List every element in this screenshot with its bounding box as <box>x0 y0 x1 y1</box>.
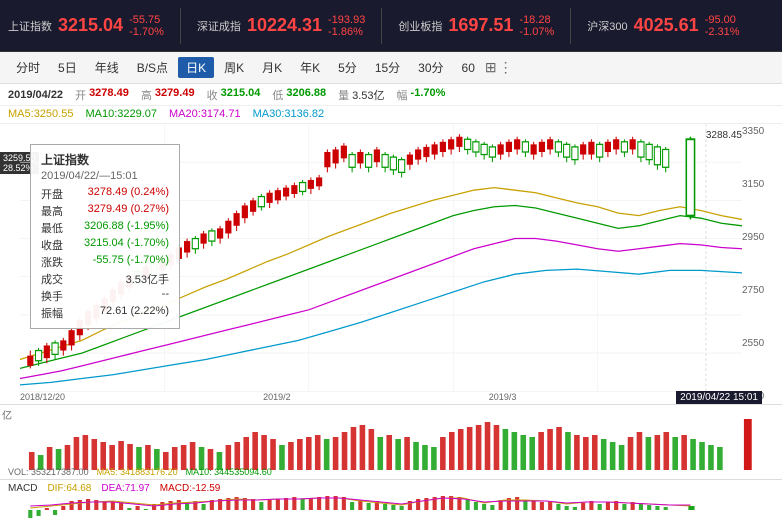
ticker-shzs-change: -55.75 -1.70% <box>129 14 164 38</box>
chart-toolbar: 分时 5日 年线 B/S点 日K 周K 月K 年K 5分 15分 30分 60 … <box>0 52 782 84</box>
ticker-hs300-change: -95.00 -2.31% <box>705 14 740 38</box>
stock-info-bar: 2019/04/22 开 3278.49 高 3279.49 收 3215.04… <box>0 84 782 106</box>
ticker-hs300[interactable]: 沪深300 4025.61 -95.00 -2.31% <box>587 14 739 38</box>
x-axis: 2018/12/20 2019/2 2019/3 2019/4 <box>20 392 742 402</box>
tooltip-row-change: 涨跌 -55.75 (-1.70%) <box>41 254 169 270</box>
btn-15fen[interactable]: 15分 <box>367 57 408 78</box>
dea-label: DEA:71.97 <box>101 483 149 494</box>
ticker-cyb-change: -18.28 -1.07% <box>519 14 554 38</box>
ticker-shzs-name: 上证指数 <box>8 18 52 34</box>
vol-text: VOL: 353217387.00 <box>8 467 89 477</box>
tooltip-row-vol: 成交 3.53亿手 <box>41 271 169 287</box>
ticker-szcz-name: 深证成指 <box>197 18 241 34</box>
vol-labels: VOL: 353217387.00 MA5: 341883176.20 MA10… <box>8 467 272 477</box>
btn-fenshi[interactable]: 分时 <box>8 57 48 78</box>
ticker-shzs-price: 3215.04 <box>58 15 123 36</box>
high-label: 高 <box>141 87 152 103</box>
btn-yuek[interactable]: 月K <box>254 57 290 78</box>
btn-30fen[interactable]: 30分 <box>410 57 451 78</box>
tooltip: 上证指数 2019/04/22/—15:01 开盘 3278.49 (0.24%… <box>30 144 180 329</box>
ticker-shzs[interactable]: 上证指数 3215.04 -55.75 -1.70% <box>8 14 164 38</box>
tooltip-row-high: 最高 3279.49 (0.27%) <box>41 203 169 219</box>
ma20: MA20:3174.71 <box>169 108 241 121</box>
tooltip-date: 2019/04/22/—15:01 <box>41 170 169 182</box>
open-label: 开 <box>75 87 86 103</box>
ma5: MA5:3250.55 <box>8 108 73 121</box>
volume-chart <box>20 417 782 472</box>
ticker-hs300-price: 4025.61 <box>634 15 699 36</box>
ticker-szcz-price: 10224.31 <box>247 15 322 36</box>
volume-area: 亿 <box>0 404 782 479</box>
btn-5ri[interactable]: 5日 <box>50 57 85 78</box>
low-label: 低 <box>272 87 283 103</box>
x-label-3: 2019/3 <box>489 392 517 402</box>
ticker-hs300-name: 沪深300 <box>587 18 627 34</box>
high-value: 3279.49 <box>155 87 195 103</box>
ticker-szcz[interactable]: 深证成指 10224.31 -193.93 -1.86% <box>197 14 365 38</box>
divider <box>180 8 181 44</box>
ticker-cyb[interactable]: 创业板指 1697.51 -18.28 -1.07% <box>398 14 554 38</box>
ma10: MA10:3229.07 <box>85 108 157 121</box>
macd-label-bar: MACD DIF:64.68 DEA:71.97 MACD:-12.59 <box>0 480 782 496</box>
divider <box>570 8 571 44</box>
highlighted-date: 2019/04/22 15:01 <box>676 391 762 404</box>
ticker-bar: 上证指数 3215.04 -55.75 -1.70% 深证成指 10224.31… <box>0 0 782 52</box>
chart-area: 分时 5日 年线 B/S点 日K 周K 月K 年K 5分 15分 30分 60 … <box>0 52 782 524</box>
x-label-1: 2018/12/20 <box>20 392 65 402</box>
btn-5fen[interactable]: 5分 <box>330 57 365 78</box>
x-label-2: 2019/2 <box>263 392 291 402</box>
grid-icon[interactable]: ⊞ <box>485 59 497 76</box>
tooltip-row-close: 收盘 3215.04 (-1.70%) <box>41 237 169 253</box>
close-label: 收 <box>207 87 218 103</box>
btn-rik[interactable]: 日K <box>178 57 214 78</box>
tooltip-row-range: 振幅 72.61 (2.22%) <box>41 305 169 321</box>
vol-info: 量 3.53亿 <box>338 87 384 103</box>
dif-label: DIF:64.68 <box>47 483 91 494</box>
ticker-szcz-change: -193.93 -1.86% <box>328 14 365 38</box>
ma30: MA30:3136.82 <box>253 108 325 121</box>
range-value: -1.70% <box>411 87 446 103</box>
vol-ma5: MA5: 341883176.20 <box>97 467 178 477</box>
high-info: 高 3279.49 <box>141 87 195 103</box>
tooltip-row-turnover: 换手 -- <box>41 288 169 304</box>
btn-nianxian[interactable]: 年线 <box>87 57 127 78</box>
low-value: 3206.88 <box>286 87 326 103</box>
range-info: 幅 -1.70% <box>397 87 446 103</box>
macd-chart <box>20 496 742 524</box>
vol-ma10: MA10: 344535094.60 <box>186 467 272 477</box>
open-value: 3278.49 <box>89 87 129 103</box>
main-chart[interactable]: 3259.5028.52% 3288.45 上证指数 2019/04/22/—1… <box>0 124 782 404</box>
open-info: 开 3278.49 <box>75 87 129 103</box>
y-axis-pct <box>764 124 782 404</box>
close-info: 收 3215.04 <box>207 87 261 103</box>
tooltip-row-open: 开盘 3278.49 (0.24%) <box>41 186 169 202</box>
tooltip-title: 上证指数 <box>41 151 169 168</box>
close-value: 3215.04 <box>221 87 261 103</box>
stock-date: 2019/04/22 <box>8 89 63 101</box>
divider <box>381 8 382 44</box>
btn-60[interactable]: 60 <box>454 59 483 77</box>
low-info: 低 3206.88 <box>272 87 326 103</box>
btn-zhouk[interactable]: 周K <box>216 57 252 78</box>
more-icon[interactable]: ⋮ <box>499 59 513 76</box>
macd-label: MACD <box>8 483 37 494</box>
range-label: 幅 <box>397 87 408 103</box>
btn-bsd[interactable]: B/S点 <box>129 57 176 78</box>
ticker-cyb-name: 创业板指 <box>398 18 442 34</box>
vol-label: 量 <box>338 87 349 103</box>
vol-unit-label: 亿 <box>2 407 12 422</box>
ticker-cyb-price: 1697.51 <box>448 15 513 36</box>
vol-value: 3.53亿 <box>352 87 384 103</box>
macd-val-label: MACD:-12.59 <box>160 483 221 494</box>
ma-bar: MA5:3250.55 MA10:3229.07 MA20:3174.71 MA… <box>0 106 782 124</box>
btn-niank[interactable]: 年K <box>292 57 328 78</box>
macd-area: MACD DIF:64.68 DEA:71.97 MACD:-12.59 <box>0 479 782 524</box>
tooltip-row-low: 最低 3206.88 (-1.95%) <box>41 220 169 236</box>
